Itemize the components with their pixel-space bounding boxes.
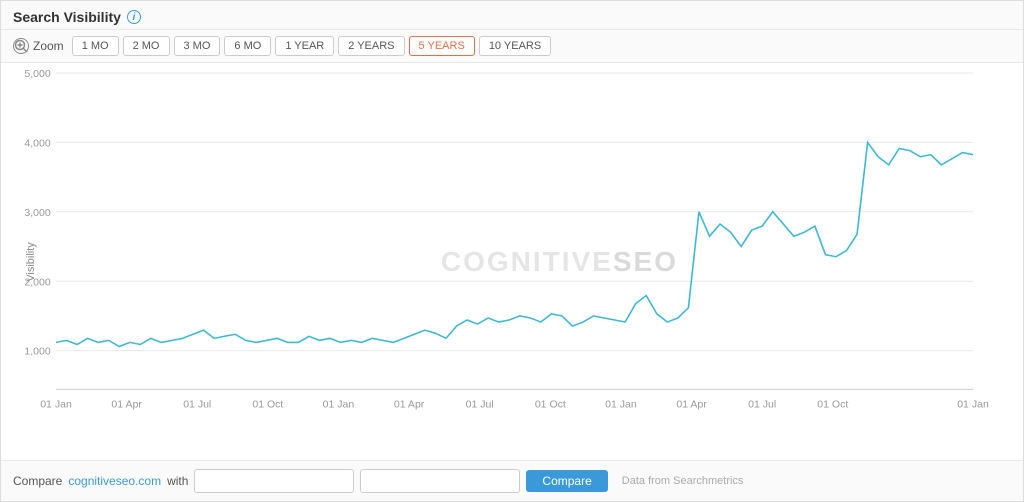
compare-input-2[interactable] — [360, 469, 520, 493]
zoom-icon — [13, 38, 29, 54]
btn-10years[interactable]: 10 YEARS — [479, 36, 551, 56]
btn-2mo[interactable]: 2 MO — [123, 36, 170, 56]
btn-5years[interactable]: 5 YEARS — [409, 36, 475, 56]
data-source-label: Data from Searchmetrics — [622, 475, 744, 487]
footer: Compare cognitiveseo.com with Compare Da… — [1, 460, 1023, 501]
page-title: Search Visibility — [13, 9, 121, 25]
with-label: with — [167, 474, 188, 488]
btn-1year[interactable]: 1 YEAR — [275, 36, 334, 56]
compare-input-1[interactable] — [194, 469, 354, 493]
svg-text:01 Jan: 01 Jan — [40, 400, 72, 411]
svg-text:5,000: 5,000 — [24, 69, 51, 80]
btn-1mo[interactable]: 1 MO — [72, 36, 119, 56]
svg-text:01 Oct: 01 Oct — [817, 400, 848, 411]
svg-text:01 Jan: 01 Jan — [605, 400, 637, 411]
compare-button[interactable]: Compare — [526, 470, 607, 492]
svg-text:01 Jul: 01 Jul — [748, 400, 776, 411]
chart-area: Visibility COGNITIVESEO 5,000 4,000 3,00… — [1, 63, 1023, 460]
header: Search Visibility i — [1, 1, 1023, 30]
main-container: Search Visibility i Zoom 1 MO 2 MO 3 MO … — [0, 0, 1024, 502]
svg-text:4,000: 4,000 — [24, 139, 51, 150]
toolbar: Zoom 1 MO 2 MO 3 MO 6 MO 1 YEAR 2 YEARS … — [1, 30, 1023, 63]
svg-text:1,000: 1,000 — [24, 347, 51, 358]
svg-text:01 Apr: 01 Apr — [111, 400, 142, 411]
info-icon[interactable]: i — [127, 10, 141, 24]
svg-text:01 Apr: 01 Apr — [394, 400, 425, 411]
svg-text:01 Jan: 01 Jan — [323, 400, 355, 411]
btn-2years[interactable]: 2 YEARS — [338, 36, 404, 56]
compare-label: Compare — [13, 474, 62, 488]
svg-text:01 Jan: 01 Jan — [957, 400, 989, 411]
y-axis-label: Visibility — [25, 242, 37, 282]
zoom-label: Zoom — [13, 38, 64, 54]
chart-svg: 5,000 4,000 3,000 2,000 1,000 01 Jan 01 … — [56, 73, 973, 420]
svg-text:2,000: 2,000 — [24, 277, 51, 288]
svg-text:01 Jul: 01 Jul — [183, 400, 211, 411]
btn-3mo[interactable]: 3 MO — [174, 36, 221, 56]
compare-link[interactable]: cognitiveseo.com — [68, 474, 161, 488]
svg-text:01 Apr: 01 Apr — [676, 400, 707, 411]
svg-text:3,000: 3,000 — [24, 208, 51, 219]
svg-text:01 Oct: 01 Oct — [535, 400, 566, 411]
svg-text:01 Jul: 01 Jul — [466, 400, 494, 411]
svg-text:01 Oct: 01 Oct — [252, 400, 283, 411]
btn-6mo[interactable]: 6 MO — [224, 36, 271, 56]
chart-inner: 5,000 4,000 3,000 2,000 1,000 01 Jan 01 … — [56, 73, 973, 420]
